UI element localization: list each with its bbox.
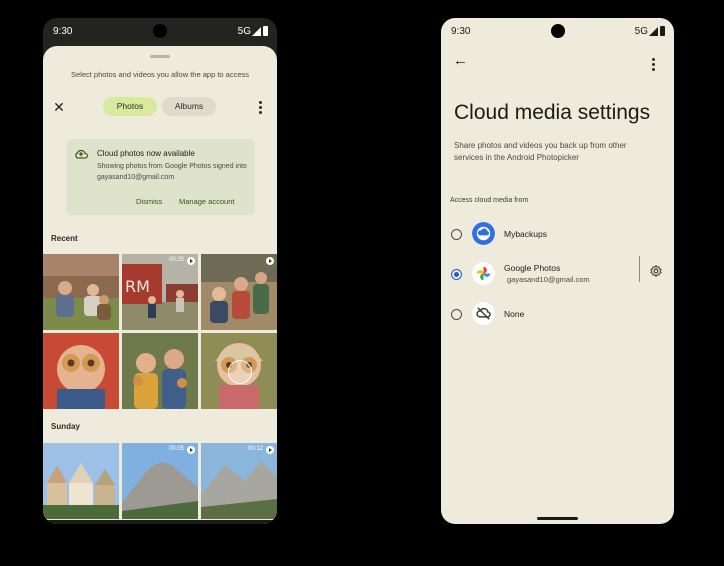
photo-picker-screen: 9:30 5G Select photos and videos you all… — [43, 18, 277, 524]
play-icon — [266, 446, 274, 454]
option-label: None — [504, 309, 525, 319]
option-none[interactable]: None — [441, 299, 674, 329]
signal-icon — [649, 27, 658, 36]
play-icon — [187, 446, 195, 454]
photo-tile[interactable] — [43, 443, 119, 519]
more-options-icon[interactable] — [652, 58, 655, 73]
tab-albums[interactable]: Albums — [162, 97, 216, 116]
photo-half-dome — [122, 443, 198, 519]
arrow-back-icon: ← — [453, 52, 468, 69]
video-duration: 00:25 — [168, 257, 184, 263]
status-time: 9:30 — [53, 26, 73, 37]
option-google-photos[interactable]: Google Photos gayasand10@gmail.com — [441, 256, 674, 289]
section-label: Access cloud media from — [450, 197, 529, 204]
back-button[interactable]: ← — [453, 52, 469, 69]
video-duration: 00:05 — [168, 446, 184, 452]
option-label: Google Photos — [504, 263, 561, 273]
play-icon — [187, 257, 195, 265]
camera-cutout — [153, 24, 167, 38]
banner-title: Cloud photos now available — [97, 149, 195, 158]
picker-sheet: Select photos and videos you allow the a… — [43, 46, 277, 524]
radio-button-selected[interactable] — [451, 269, 462, 280]
page-title: Cloud media settings — [454, 101, 651, 124]
cloud-icon — [472, 222, 495, 245]
banner-body: Showing photos from Google Photos signed… — [97, 163, 247, 181]
video-tile[interactable]: RM 00:25 — [122, 254, 198, 330]
status-bar: 9:30 5G — [441, 18, 674, 46]
select-circle[interactable] — [228, 360, 252, 384]
photo-valley-view — [201, 443, 277, 519]
home-indicator[interactable] — [537, 517, 578, 520]
cloud-upload-icon — [75, 149, 88, 159]
status-time: 9:30 — [451, 26, 471, 37]
photo-tile[interactable] — [201, 254, 277, 330]
network-type: 5G — [237, 26, 251, 37]
radio-button[interactable] — [451, 229, 462, 240]
status-bar: 9:30 5G — [43, 18, 277, 46]
cloud-banner: Cloud photos now available Showing photo… — [66, 139, 255, 215]
nav-bar — [43, 520, 277, 524]
photo-donut-eyes-boy — [43, 333, 119, 409]
battery-icon — [660, 26, 665, 36]
photo-tile[interactable] — [201, 333, 277, 409]
svg-text:RM: RM — [125, 277, 150, 296]
photo-painted-houses — [43, 443, 119, 519]
option-account: gayasand10@gmail.com — [507, 275, 590, 284]
signal-icon — [252, 27, 261, 36]
video-tile[interactable]: 00:05 — [122, 443, 198, 519]
photo-family-group — [201, 254, 277, 330]
close-button[interactable]: ✕ — [52, 100, 66, 114]
tab-photos[interactable]: Photos — [103, 97, 157, 116]
google-photos-icon — [472, 262, 495, 285]
video-duration: 00:12 — [247, 446, 263, 452]
photo-tile[interactable] — [43, 254, 119, 330]
photo-kids-with-donuts — [122, 333, 198, 409]
section-recent: Recent — [51, 234, 78, 243]
camera-cutout — [550, 24, 565, 38]
dismiss-button[interactable]: Dismiss — [136, 197, 162, 206]
play-icon — [266, 257, 274, 265]
picker-subtitle: Select photos and videos you allow the a… — [70, 70, 250, 79]
manage-account-button[interactable]: Manage account — [179, 197, 234, 206]
photo-tile[interactable] — [122, 333, 198, 409]
recent-grid: RM 00:25 — [43, 254, 277, 409]
option-label: Mybackups — [504, 229, 547, 239]
cloud-off-icon — [472, 302, 495, 325]
section-sunday: Sunday — [51, 422, 80, 431]
cloud-settings-screen: 9:30 5G ← Cloud media settings Share pho… — [441, 18, 674, 524]
page-description: Share photos and videos you back up from… — [454, 141, 627, 162]
close-icon: ✕ — [53, 99, 65, 115]
more-options-icon[interactable] — [259, 101, 262, 116]
radio-button[interactable] — [451, 309, 462, 320]
sheet-drag-handle[interactable] — [150, 55, 170, 58]
video-tile[interactable]: 00:12 — [201, 443, 277, 519]
photo-tile[interactable] — [43, 333, 119, 409]
sunday-grid: 00:05 00:12 — [43, 443, 277, 519]
gear-icon[interactable] — [649, 264, 663, 278]
photo-red-barn: RM — [122, 254, 198, 330]
divider — [639, 256, 640, 282]
battery-icon — [263, 26, 268, 36]
option-mybackups[interactable]: Mybackups — [441, 219, 674, 249]
photo-kids-on-grass — [43, 254, 119, 330]
network-type: 5G — [634, 26, 648, 37]
